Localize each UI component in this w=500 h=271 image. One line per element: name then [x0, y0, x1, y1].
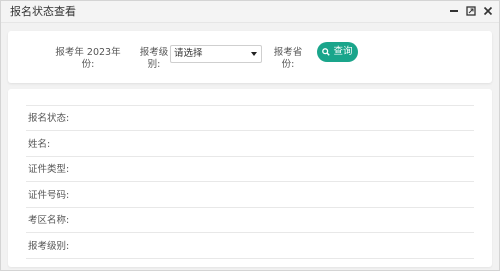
dialog-title: 报名状态查看	[10, 5, 76, 18]
result-row-exam-level: 报考级别:	[26, 234, 474, 259]
exam-level-label-line1: 报考级	[139, 47, 169, 58]
maximize-icon[interactable]	[465, 4, 476, 18]
result-row-id-number: 证件号码:	[26, 183, 474, 208]
exam-level-label: 报考级 别:	[134, 47, 174, 71]
exam-year-label-line1: 报考年 2023年	[55, 47, 121, 58]
query-button-label: 查询	[333, 46, 353, 57]
window-controls	[448, 4, 493, 18]
minimize-icon[interactable]	[448, 4, 459, 18]
exam-year-label: 报考年 2023年 份:	[52, 47, 124, 71]
result-field-label: 证件类型:	[28, 164, 70, 175]
result-row-status: 报名状态:	[26, 106, 474, 131]
result-field-label: 报名状态:	[28, 113, 70, 124]
exam-province-label-line1: 报考省	[273, 47, 303, 58]
result-row-name: 姓名:	[26, 132, 474, 157]
title-bar: 报名状态查看	[1, 1, 499, 23]
exam-province-label: 报考省 份:	[273, 47, 303, 71]
result-field-label: 证件号码:	[28, 190, 70, 201]
exam-level-select[interactable]: 请选择	[170, 45, 262, 63]
exam-year-label-line2: 份:	[81, 59, 95, 70]
exam-level-label-line2: 别:	[147, 59, 161, 70]
chevron-down-icon	[251, 52, 257, 56]
result-row-exam-area: 考区名称:	[26, 208, 474, 233]
result-panel: 报名状态: 姓名: 证件类型: 证件号码: 考区名称: 报考级别:	[8, 89, 492, 267]
search-panel: 报考年 2023年 份: 报考级 别: 请选择 报考省 份: 查询	[8, 31, 492, 83]
result-field-label: 报考级别:	[28, 241, 70, 252]
exam-province-label-line2: 份:	[281, 59, 295, 70]
query-button[interactable]: 查询	[317, 42, 358, 62]
close-icon[interactable]	[482, 4, 493, 18]
result-row-id-type: 证件类型:	[26, 157, 474, 182]
search-icon	[322, 48, 331, 56]
result-field-label: 考区名称:	[28, 215, 70, 226]
exam-level-select-value: 请选择	[174, 48, 203, 59]
status-dialog: 报名状态查看 报考年 2023年 份: 报考级 别: 请选择 报考省 份: 查询…	[0, 0, 500, 271]
result-field-label: 姓名:	[28, 139, 51, 150]
